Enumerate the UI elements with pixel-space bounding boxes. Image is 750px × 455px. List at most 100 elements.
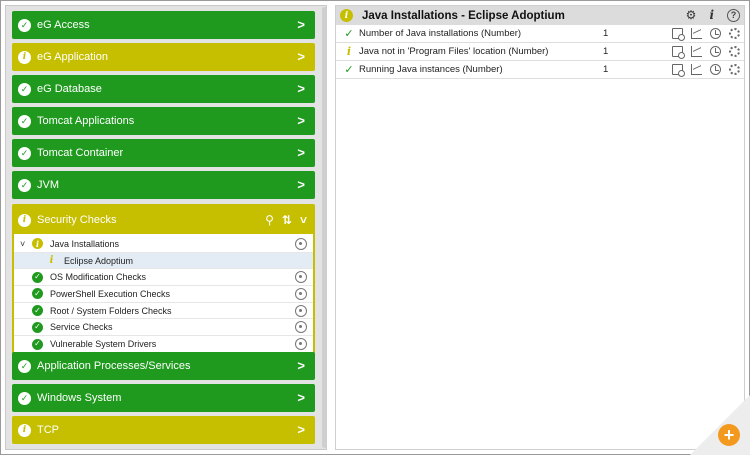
chevron-right-icon[interactable]: > xyxy=(297,17,305,32)
ok-status-icon: ✓ xyxy=(32,321,43,333)
history-icon[interactable] xyxy=(710,28,721,39)
detailed-diagnosis-icon[interactable] xyxy=(672,46,685,59)
measure-value: 1 xyxy=(603,46,609,57)
layer-jvm[interactable]: ✓ JVM > xyxy=(12,171,315,199)
layer-application-processes-services[interactable]: ✓ Application Processes/Services > xyxy=(12,352,315,380)
test-row-java-installations[interactable]: ˅ i Java Installations xyxy=(14,236,313,253)
history-icon[interactable] xyxy=(710,64,721,75)
warning-status-icon: i xyxy=(346,45,352,58)
help-icon[interactable]: ? xyxy=(727,8,740,22)
history-icon[interactable] xyxy=(710,46,721,57)
detailed-diagnosis-icon[interactable] xyxy=(672,28,685,41)
ok-status-icon: ✓ xyxy=(18,146,31,160)
configure-test-icon[interactable] xyxy=(295,321,307,334)
warning-status-icon: i xyxy=(49,254,54,266)
test-row-service-checks[interactable]: ✓ Service Checks xyxy=(14,319,313,337)
search-icon[interactable]: ⚲ xyxy=(265,213,274,227)
measures-panel: i Java Installations - Eclipse Adoptium … xyxy=(335,5,745,450)
measures-title: Java Installations - Eclipse Adoptium xyxy=(362,9,565,22)
warning-status-icon: i xyxy=(18,423,31,437)
chevron-right-icon[interactable]: > xyxy=(297,145,305,160)
warning-status-icon: i xyxy=(340,9,353,22)
threshold-settings-icon[interactable] xyxy=(729,28,740,39)
layer-label: Application Processes/Services xyxy=(37,360,191,372)
measure-value: 1 xyxy=(603,64,609,75)
test-label: Service Checks xyxy=(50,322,113,333)
ok-status-icon: ✓ xyxy=(18,82,31,96)
layer-security-checks-expanded: i Security Checks ⚲ ⇅ ˅ ˅ i Java Install… xyxy=(12,204,315,354)
configure-test-icon[interactable] xyxy=(295,304,307,317)
layer-label: eG Application xyxy=(37,51,108,63)
layer-label: JVM xyxy=(37,179,59,191)
layer-tomcat-container[interactable]: ✓ Tomcat Container > xyxy=(12,139,315,167)
chevron-right-icon[interactable]: > xyxy=(297,422,305,437)
test-row-vulnerable-system-drivers[interactable]: ✓ Vulnerable System Drivers xyxy=(14,336,313,353)
layer-security-checks-header[interactable]: i Security Checks ⚲ ⇅ ˅ xyxy=(14,206,313,234)
ok-status-icon: ✓ xyxy=(18,391,31,405)
test-row-os-modification-checks[interactable]: ✓ OS Modification Checks xyxy=(14,269,313,287)
ok-status-icon: ✓ xyxy=(32,288,43,300)
warning-status-icon: i xyxy=(18,50,31,64)
chevron-right-icon[interactable]: > xyxy=(297,358,305,373)
measure-row: ✓ Running Java instances (Number) 1 xyxy=(336,61,744,79)
configure-test-icon[interactable] xyxy=(295,238,307,250)
ok-status-icon: ✓ xyxy=(344,64,354,76)
layer-eg-access[interactable]: ✓ eG Access > xyxy=(12,11,315,39)
layer-tcp[interactable]: i TCP > xyxy=(12,416,315,444)
chevron-down-icon[interactable]: ˅ xyxy=(300,213,307,227)
measures-header: i Java Installations - Eclipse Adoptium … xyxy=(336,6,744,25)
chevron-right-icon[interactable]: > xyxy=(297,49,305,64)
layer-label: Security Checks xyxy=(37,214,117,226)
ok-status-icon: ✓ xyxy=(344,28,354,40)
graph-icon[interactable] xyxy=(691,64,702,75)
test-tree: ˅ i Java Installations i Eclipse Adoptiu… xyxy=(14,236,313,353)
chevron-right-icon[interactable]: > xyxy=(297,177,305,192)
caret-down-icon[interactable]: ˅ xyxy=(20,239,32,249)
layer-label: Windows System xyxy=(37,392,122,404)
graph-icon[interactable] xyxy=(691,46,702,57)
layer-tomcat-applications[interactable]: ✓ Tomcat Applications > xyxy=(12,107,315,135)
measure-name: Running Java instances (Number) xyxy=(359,64,503,75)
warning-status-icon: i xyxy=(32,238,43,250)
ok-status-icon: ✓ xyxy=(18,18,31,32)
test-label: Java Installations xyxy=(50,238,120,249)
ok-status-icon: ✓ xyxy=(32,338,43,350)
descriptor-label: Eclipse Adoptium xyxy=(64,255,134,266)
configure-test-icon[interactable] xyxy=(295,271,307,284)
detailed-diagnosis-icon[interactable] xyxy=(672,64,685,77)
chevron-right-icon[interactable]: > xyxy=(297,81,305,96)
chevron-right-icon[interactable]: > xyxy=(297,390,305,405)
chevron-right-icon[interactable]: > xyxy=(297,113,305,128)
fab-corner-shade xyxy=(690,395,750,455)
collapse-all-icon[interactable]: ⇅ xyxy=(282,213,292,227)
ok-status-icon: ✓ xyxy=(18,359,31,373)
test-label: PowerShell Execution Checks xyxy=(50,288,171,299)
threshold-settings-icon[interactable] xyxy=(729,46,740,57)
test-label: Root / System Folders Checks xyxy=(50,305,172,316)
layer-label: Tomcat Applications xyxy=(37,115,135,127)
test-label: Vulnerable System Drivers xyxy=(50,339,157,350)
add-button[interactable]: + xyxy=(718,424,740,446)
layer-label: eG Access xyxy=(37,19,90,31)
layer-label: TCP xyxy=(37,424,59,436)
test-row-root-system-folders-checks[interactable]: ✓ Root / System Folders Checks xyxy=(14,303,313,320)
measure-row: ✓ Number of Java installations (Number) … xyxy=(336,25,744,43)
measure-name: Java not in 'Program Files' location (Nu… xyxy=(359,46,549,57)
measure-value: 1 xyxy=(603,28,609,39)
layer-eg-database[interactable]: ✓ eG Database > xyxy=(12,75,315,103)
measure-row: i Java not in 'Program Files' location (… xyxy=(336,43,744,61)
warning-status-icon: i xyxy=(18,213,31,227)
test-row-powershell-execution-checks[interactable]: ✓ PowerShell Execution Checks xyxy=(14,286,313,303)
graph-icon[interactable] xyxy=(691,28,702,39)
layer-panel: ✓ eG Access > i eG Application > ✓ eG Da… xyxy=(5,5,327,450)
test-row-eclipse-adoptium[interactable]: i Eclipse Adoptium xyxy=(14,252,313,270)
configure-test-icon[interactable] xyxy=(295,338,307,351)
layer-eg-application[interactable]: i eG Application > xyxy=(12,43,315,71)
left-panel-scrollbar[interactable] xyxy=(322,7,327,448)
threshold-settings-icon[interactable] xyxy=(729,64,740,75)
info-icon[interactable]: i xyxy=(709,8,714,22)
configure-test-icon[interactable] xyxy=(295,288,307,301)
configure-icon[interactable]: ⚙ xyxy=(686,8,697,22)
layer-windows-system[interactable]: ✓ Windows System > xyxy=(12,384,315,412)
ok-status-icon: ✓ xyxy=(18,178,31,192)
